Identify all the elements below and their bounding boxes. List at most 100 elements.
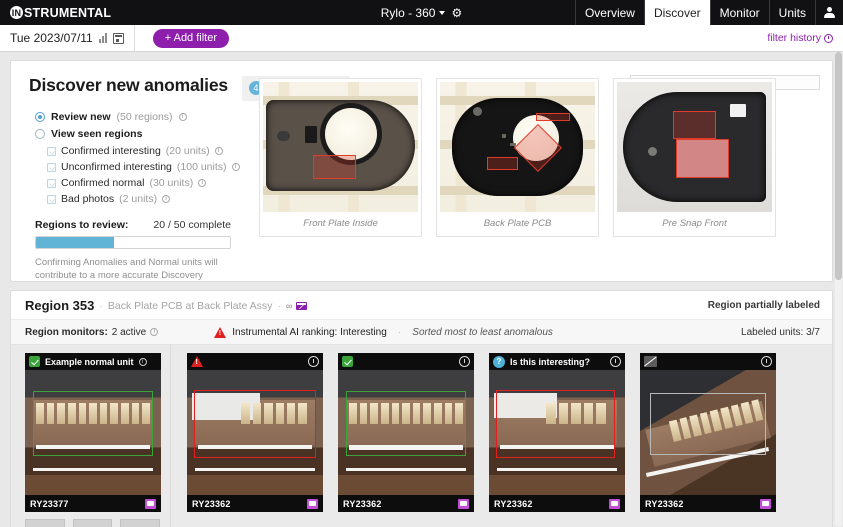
warning-triangle-icon [214,326,227,338]
separator-dot: · [277,299,281,312]
history-icon[interactable] [308,356,319,367]
radio-view-seen-regions[interactable]: View seen regions [35,128,259,140]
unit-card-image [489,370,625,495]
region-thumbnails-row: Front Plate Inside Back Plate PCB Pre Sn… [259,78,832,237]
example-unit-column: Example normal unit i RY23377 [11,345,171,527]
add-filter-button[interactable]: + Add filter [152,28,230,48]
unit-cards-row: RY23362 [171,345,832,527]
user-menu-button[interactable] [815,0,843,25]
region-thumbnail-image [440,82,595,212]
history-icon[interactable] [761,356,772,367]
calendar-icon[interactable] [112,32,124,44]
note-icon[interactable] [307,498,318,509]
radio-review-new-label: Review new [51,111,111,123]
progress-bar-fill [36,237,114,248]
date-selector[interactable]: Tue 2023/07/11 [0,25,135,51]
radio-review-new[interactable]: Review new (50 regions) i [35,111,259,123]
unit-id: RY23362 [343,498,382,509]
discover-body: Review new (50 regions) i View seen regi… [11,78,832,281]
unit-card[interactable]: RY23362 [338,353,474,512]
region-thumbnail-card[interactable]: Pre Snap Front [613,78,776,237]
region-thumbnail-card[interactable]: Front Plate Inside [259,78,422,237]
unit-thumbnail[interactable] [120,519,161,527]
note-icon[interactable] [760,498,771,509]
info-icon[interactable]: i [150,328,159,336]
checkbox-confirmed-interesting-label: Confirmed interesting [61,145,161,157]
radio-icon-unselected [35,129,45,139]
unit-thumbnail-strip [25,519,161,527]
region-title: Region 353 [25,298,95,313]
unit-thumbnail[interactable] [25,519,65,527]
product-selector[interactable]: Rylo - 360 [381,6,446,20]
ai-ranking-notice: Instrumental AI ranking: Interesting · S… [214,326,553,338]
region-thumbnail-caption: Front Plate Inside [303,218,378,229]
unit-card[interactable]: ? Is this interesting? RY23362 [489,353,625,512]
note-icon[interactable] [458,498,469,509]
brand-name: STRUMENTAL [24,5,112,20]
tab-discover[interactable]: Discover [643,0,710,25]
info-icon[interactable]: i [198,179,207,187]
info-icon[interactable]: i [178,113,187,121]
note-icon[interactable] [145,498,156,509]
checkbox-icon [47,178,56,188]
radio-view-seen-label: View seen regions [51,128,143,140]
checkbox-icon [47,162,56,172]
info-icon[interactable]: i [214,147,223,155]
progress-value: 20 / 50 complete [153,219,231,231]
product-selector-label: Rylo - 360 [380,5,436,20]
ai-ranking-label: Instrumental AI ranking: Interesting [232,326,387,338]
info-icon[interactable]: i [231,163,240,171]
radio-review-new-count: (50 regions) [116,111,173,123]
unit-card-footer: RY23362 [338,495,474,512]
region-header: Region 353 · Back Plate PCB at Back Plat… [11,291,832,320]
info-icon[interactable]: i [162,195,171,203]
bad-photo-icon [644,356,657,367]
bar-chart-icon[interactable] [98,33,107,43]
filter-history-link[interactable]: filter history [767,32,833,44]
tab-units[interactable]: Units [768,0,815,25]
info-icon[interactable]: i [138,357,147,366]
progress-label: Regions to review: [35,219,129,231]
checkbox-confirmed-interesting-count: (20 units) [165,145,210,157]
note-icon[interactable] [609,498,620,509]
seen-region-checkboxes: Confirmed interesting (20 units) i Uncon… [35,145,259,205]
mail-icon[interactable] [296,301,308,310]
region-thumbnail-card[interactable]: Back Plate PCB [436,78,599,237]
unit-card-footer: RY23377 [25,495,161,512]
checkbox-unconfirmed-interesting-label: Unconfirmed interesting [61,161,172,173]
region-subtitle: Back Plate PCB at Back Plate Assy [107,299,273,312]
page-vertical-scrollbar[interactable] [835,52,842,526]
user-icon [824,6,835,19]
tab-overview[interactable]: Overview [574,0,644,25]
history-icon[interactable] [610,356,621,367]
check-badge-icon [342,356,353,367]
status-badge: Region partially labeled [707,300,820,311]
history-icon[interactable] [459,356,470,367]
unit-card[interactable]: RY23362 [187,353,323,512]
unit-card-header: ? Is this interesting? [489,353,625,370]
checkbox-confirmed-interesting[interactable]: Confirmed interesting (20 units) i [47,145,259,157]
unit-card-header [187,353,323,370]
link-icon[interactable]: ∞ [286,301,293,311]
top-navigation-bar: IN STRUMENTAL Rylo - 360 ⚙ Overview Disc… [0,0,843,25]
page-title: Discover new anomalies [29,75,228,95]
checkbox-bad-photos[interactable]: Bad photos (2 units) i [47,193,259,205]
separator-dot: · [397,326,402,338]
unit-card[interactable]: RY23362 [640,353,776,512]
unit-card-prompt: Is this interesting? [510,356,591,367]
checkbox-unconfirmed-interesting[interactable]: Unconfirmed interesting (100 units) i [47,161,259,173]
gear-icon[interactable]: ⚙ [451,7,462,19]
example-unit-label: Example normal unit [45,356,134,367]
example-normal-unit-card[interactable]: Example normal unit i RY23377 [25,353,161,512]
clock-history-icon [824,33,833,43]
region-monitors: Region monitors: 2 active i [25,327,159,338]
units-area: Example normal unit i RY23377 ! RY23362 … [11,345,832,527]
tab-monitor[interactable]: Monitor [709,0,769,25]
brand-logo: IN STRUMENTAL [0,0,111,25]
region-thumbnail-caption: Back Plate PCB [483,218,552,229]
unit-thumbnail[interactable] [72,519,113,527]
checkbox-confirmed-normal[interactable]: Confirmed normal (30 units) i [47,177,259,189]
checkbox-confirmed-normal-label: Confirmed normal [61,177,145,189]
unit-card-footer: RY23362 [640,495,776,512]
nav-links: Overview Discover Monitor Units [574,0,843,25]
